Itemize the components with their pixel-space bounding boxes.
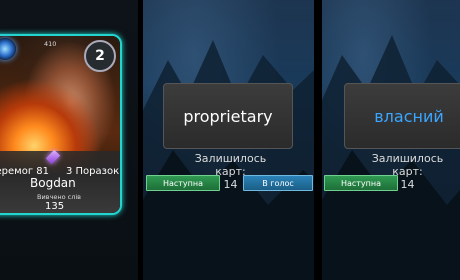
next-button[interactable]: Наступна (146, 175, 220, 191)
learned-words-label: Вивчено слів (37, 193, 82, 201)
player-card-panel: 410 2 Перемог 81 3 Поразок Bogdan Вивчен… (0, 0, 138, 280)
word-card[interactable]: proprietary (163, 83, 293, 149)
count-badge: 2 (84, 40, 116, 72)
translation-card[interactable]: власний (344, 83, 460, 149)
translation-text: власний (374, 106, 444, 126)
flashcard-front-panel: proprietary Залишилось карт: 14 Наступна… (143, 0, 314, 280)
card-top-number: 410 (44, 40, 57, 48)
player-name: Bogdan (30, 176, 76, 190)
flashcard-back-panel: власний Залишилось карт: 14 Наступна (322, 0, 460, 280)
voice-button[interactable]: В голос (243, 175, 313, 191)
learned-words-value: 135 (45, 201, 65, 212)
next-button[interactable]: Наступна (324, 175, 398, 191)
panel-divider (314, 0, 322, 280)
word-text: proprietary (183, 106, 273, 126)
